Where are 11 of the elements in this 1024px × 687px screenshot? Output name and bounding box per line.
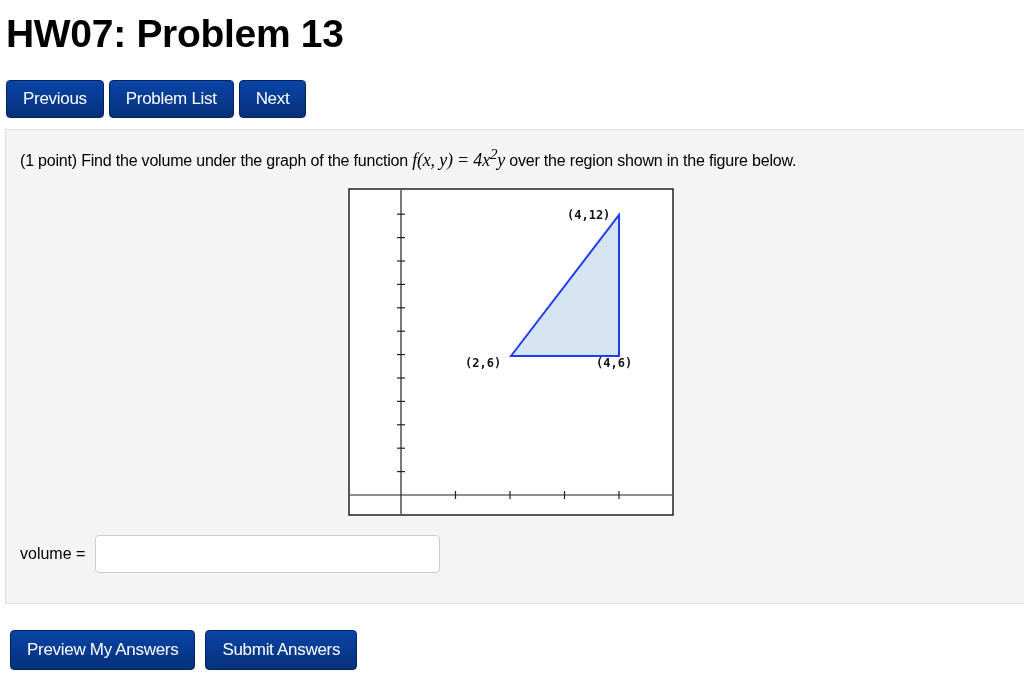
- point-label: (2,6): [465, 356, 502, 370]
- problem-text: (1 point) Find the volume under the graph of the function f(x, y) = 4x$^{2}$y over the region shown in the figure below.: [20, 146, 798, 171]
- previous-button[interactable]: Previous: [6, 80, 104, 118]
- preview-answers-button[interactable]: Preview My Answers: [10, 630, 196, 670]
- answer-label: volume =: [20, 545, 86, 563]
- page-title: HW07: Problem 13: [5, 11, 345, 57]
- next-button[interactable]: Next: [238, 80, 307, 118]
- problem-list-button[interactable]: Problem List: [108, 80, 234, 118]
- point-label: (4,6): [596, 356, 633, 370]
- submit-answers-button[interactable]: Submit Answers: [205, 630, 358, 670]
- point-label: (4,12): [567, 208, 611, 222]
